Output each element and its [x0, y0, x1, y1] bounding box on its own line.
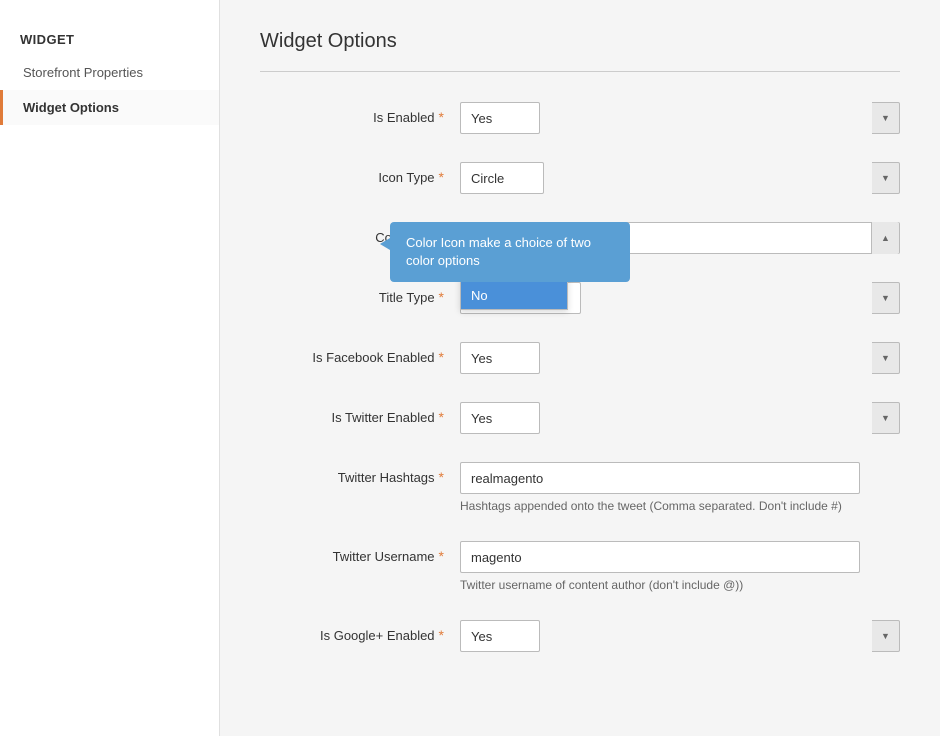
icon-type-row: Icon Type* Circle Square — [260, 162, 900, 194]
icon-type-label: Icon Type* — [260, 162, 460, 185]
is-enabled-select[interactable]: Yes No — [460, 102, 540, 134]
required-star: * — [439, 409, 444, 425]
title-type-select-arrow — [872, 282, 900, 314]
twitter-enabled-row: Is Twitter Enabled* Yes No — [260, 402, 900, 434]
title-type-label: Title Type* — [260, 282, 460, 305]
facebook-enabled-label: Is Facebook Enabled* — [260, 342, 460, 365]
google-enabled-control: Yes No — [460, 620, 900, 652]
twitter-username-note: Twitter username of content author (don'… — [460, 578, 900, 592]
is-enabled-label: Is Enabled* — [260, 102, 460, 125]
color-icon-option-no[interactable]: No — [461, 282, 567, 309]
twitter-enabled-control: Yes No — [460, 402, 900, 434]
is-enabled-row: Is Enabled* Yes No — [260, 102, 900, 134]
page-wrapper: WIDGET Storefront Properties Widget Opti… — [0, 0, 940, 736]
sidebar-item-widget-options[interactable]: Widget Options — [0, 90, 219, 125]
twitter-username-label: Twitter Username* — [260, 541, 460, 564]
required-star: * — [439, 627, 444, 643]
is-enabled-select-wrapper: Yes No — [460, 102, 900, 134]
google-enabled-select-arrow — [872, 620, 900, 652]
twitter-hashtags-control: Hashtags appended onto the tweet (Comma … — [460, 462, 900, 513]
icon-type-control: Circle Square — [460, 162, 900, 194]
color-icon-toggle-button[interactable] — [871, 222, 899, 254]
twitter-hashtags-row: Twitter Hashtags* Hashtags appended onto… — [260, 462, 900, 513]
google-enabled-select-wrapper: Yes No — [460, 620, 900, 652]
icon-type-select[interactable]: Circle Square — [460, 162, 544, 194]
required-star: * — [439, 169, 444, 185]
is-enabled-select-arrow — [872, 102, 900, 134]
icon-type-select-arrow — [872, 162, 900, 194]
google-enabled-label: Is Google+ Enabled* — [260, 620, 460, 643]
facebook-enabled-select-arrow — [872, 342, 900, 374]
twitter-username-input[interactable] — [460, 541, 860, 573]
page-title: Widget Options — [260, 30, 900, 53]
title-type-row: Title Type* Page Title No Page Title Cus… — [260, 282, 900, 314]
twitter-hashtags-note: Hashtags appended onto the tweet (Comma … — [460, 499, 900, 513]
sidebar-section-title: WIDGET — [0, 20, 219, 55]
twitter-hashtags-label: Twitter Hashtags* — [260, 462, 460, 485]
required-star: * — [439, 109, 444, 125]
required-star: * — [439, 349, 444, 365]
facebook-enabled-select[interactable]: Yes No — [460, 342, 540, 374]
google-enabled-select[interactable]: Yes No — [460, 620, 540, 652]
required-star: * — [439, 469, 444, 485]
sidebar: WIDGET Storefront Properties Widget Opti… — [0, 0, 220, 736]
google-enabled-row: Is Google+ Enabled* Yes No — [260, 620, 900, 652]
facebook-enabled-row: Is Facebook Enabled* Yes No — [260, 342, 900, 374]
sidebar-item-label: Widget Options — [23, 100, 119, 115]
twitter-hashtags-input[interactable] — [460, 462, 860, 494]
divider — [260, 71, 900, 72]
twitter-enabled-label: Is Twitter Enabled* — [260, 402, 460, 425]
required-star: * — [439, 548, 444, 564]
twitter-username-row: Twitter Username* Twitter username of co… — [260, 541, 900, 592]
sidebar-item-label: Storefront Properties — [23, 65, 143, 80]
required-star: * — [439, 289, 444, 305]
facebook-enabled-control: Yes No — [460, 342, 900, 374]
twitter-enabled-select[interactable]: Yes No — [460, 402, 540, 434]
color-icon-row: Color Icon* No Yes No Color Icon make a … — [260, 222, 900, 254]
facebook-enabled-select-wrapper: Yes No — [460, 342, 900, 374]
color-icon-tooltip: Color Icon make a choice of two color op… — [390, 222, 630, 282]
icon-type-select-wrapper: Circle Square — [460, 162, 900, 194]
is-enabled-control: Yes No — [460, 102, 900, 134]
twitter-enabled-select-arrow — [872, 402, 900, 434]
twitter-enabled-select-wrapper: Yes No — [460, 402, 900, 434]
main-content: Widget Options Is Enabled* Yes No Icon T… — [220, 0, 940, 736]
sidebar-item-storefront[interactable]: Storefront Properties — [0, 55, 219, 90]
twitter-username-control: Twitter username of content author (don'… — [460, 541, 900, 592]
